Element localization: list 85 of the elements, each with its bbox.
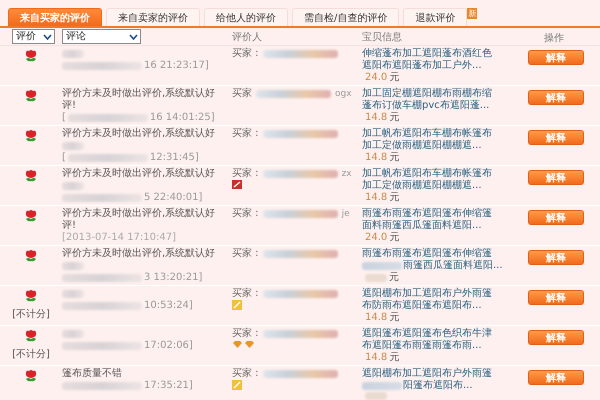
item-link[interactable]: 雨篷布雨篷布遮阳篷布伸缩篷	[362, 208, 492, 220]
flower-icon	[24, 290, 38, 303]
buyer-label: 买家 :	[232, 328, 259, 340]
no-score-label: [不计分]	[12, 348, 50, 361]
rating-dropdown[interactable]: 评价	[12, 29, 55, 44]
buyer-label: 买家 :	[232, 168, 259, 180]
currency-label: 元	[389, 152, 400, 164]
currency-label: 元	[389, 352, 400, 364]
price: 14.8	[365, 352, 388, 364]
item-link[interactable]: 遮阳篷布遮阳篷布色织布牛津	[362, 328, 492, 340]
tab[interactable]: 来自卖家的评价	[106, 8, 200, 26]
item-link[interactable]: 雨篷西瓜篷面料遮阳...	[403, 260, 503, 272]
tab[interactable]: 给他人的评价	[204, 8, 288, 26]
price: 24.0	[365, 72, 388, 84]
tab[interactable]: 退款评价	[403, 8, 468, 26]
price: 14.8	[365, 112, 388, 124]
comment-text: 评价方未及时做出评价,系统默认好	[62, 248, 216, 260]
flower-icon	[24, 170, 38, 183]
item-link[interactable]: 蓬布订做车棚pvc布遮阳蓬...	[362, 100, 490, 112]
timestamp-bracket: [	[62, 112, 66, 124]
no-score-label: [不计分]	[12, 308, 50, 321]
buyer-label: 买家 :	[232, 208, 259, 220]
flower-icon	[24, 330, 38, 343]
timestamp-bracket: [	[62, 152, 66, 164]
comment-text: 评价方未及时做出评价,系统默认好	[62, 128, 216, 140]
column-header: 评价人	[232, 32, 262, 42]
buyer-label: 买家 :	[232, 128, 259, 140]
item-link[interactable]: 雨篷布雨篷布遮阳篷布伸缩篷	[362, 248, 492, 260]
item-link[interactable]: 加工定做雨棚遮阳棚棚遮...	[362, 180, 482, 192]
column-header: 操作	[544, 32, 564, 44]
currency-label: 元	[389, 72, 400, 84]
timestamp: 16 14:01:25]	[150, 112, 215, 124]
buyer-name: ogx	[335, 88, 352, 100]
item-link[interactable]: 遮阳布遮阳蓬布加工户外...	[362, 60, 482, 72]
caret-icon	[43, 34, 52, 40]
currency-label: 元	[389, 272, 399, 284]
item-link[interactable]: 阳篷布遮阳布...	[403, 380, 473, 392]
flower-icon	[24, 130, 38, 143]
timestamp: 16 21:23:17]	[144, 60, 209, 72]
item-link[interactable]: 伸缩蓬布加工遮阳蓬布酒红色	[362, 48, 492, 60]
item-link[interactable]: 加工固定棚遮阳棚布雨棚布缩	[362, 88, 492, 100]
currency-label: 元	[389, 312, 400, 324]
item-link[interactable]: 加工帆布遮阳布车棚布帐篷布	[362, 128, 492, 140]
column-header: 宝贝信息	[362, 32, 402, 42]
timestamp: 10:53:24]	[144, 300, 193, 312]
comment-text: 评价方未及时做出评价,系统默认好评!	[62, 88, 216, 112]
timestamp: 12:31:45]	[150, 152, 199, 164]
timestamp: [2013-07-14 17:10:47]	[62, 232, 176, 244]
caret-icon	[129, 34, 138, 40]
new-badge: 新	[467, 8, 478, 19]
timestamp: 17:02:06]	[144, 340, 193, 352]
flower-icon	[24, 250, 38, 263]
timestamp: 3 13:20:21]	[144, 272, 202, 284]
price: 24.0	[365, 232, 388, 244]
flower-icon	[24, 370, 38, 383]
item-link[interactable]: 布遮阳篷布雨篷雨篷布雨...	[362, 340, 482, 352]
item-link[interactable]: 面料雨篷西瓜篷面料遮阳...	[362, 220, 482, 232]
comment-text: 评价方未及时做出评价,系统默认好	[62, 168, 216, 180]
item-link[interactable]: 遮阳棚布加工遮阳布户外雨篷	[362, 288, 492, 300]
item-link[interactable]: 加工帆布遮阳布车棚布帐篷布	[362, 168, 492, 180]
comment-dropdown[interactable]: 评论	[62, 29, 141, 44]
price: 14.8	[365, 192, 388, 204]
timestamp: 17:35:21]	[144, 380, 193, 392]
buyer-label: 买家	[232, 88, 252, 100]
buyer-label: 买家 :	[232, 288, 259, 300]
tab[interactable]: 需自检/自查的评价	[292, 8, 400, 26]
item-link[interactable]: 布防雨布遮阳篷布遮阳布...	[362, 300, 482, 312]
comment-text: 篷布质量不错	[62, 368, 123, 380]
flower-icon	[24, 210, 38, 223]
buyer-label: 买家 :	[232, 368, 259, 380]
currency-label: 元	[389, 192, 400, 204]
timestamp: 5 22:40:01]	[144, 192, 202, 204]
price: 14.8	[365, 312, 388, 324]
currency-label: 元	[389, 112, 400, 124]
buyer-label: 买家 :	[232, 248, 259, 260]
currency-label: 元	[389, 232, 400, 244]
flower-icon	[24, 50, 38, 63]
item-link[interactable]: 遮阳棚布加工遮阳布户外雨篷	[362, 368, 492, 380]
price: 14.8	[365, 152, 388, 164]
buyer-name: je	[342, 208, 350, 220]
comment-text: 评价方未及时做出评价,系统默认好评!	[62, 208, 216, 232]
buyer-label: 买家 :	[232, 48, 259, 60]
buyer-name: zx	[342, 168, 352, 180]
flower-icon	[24, 90, 38, 103]
item-link[interactable]: 加工定做雨棚遮阳棚棚遮...	[362, 140, 482, 152]
